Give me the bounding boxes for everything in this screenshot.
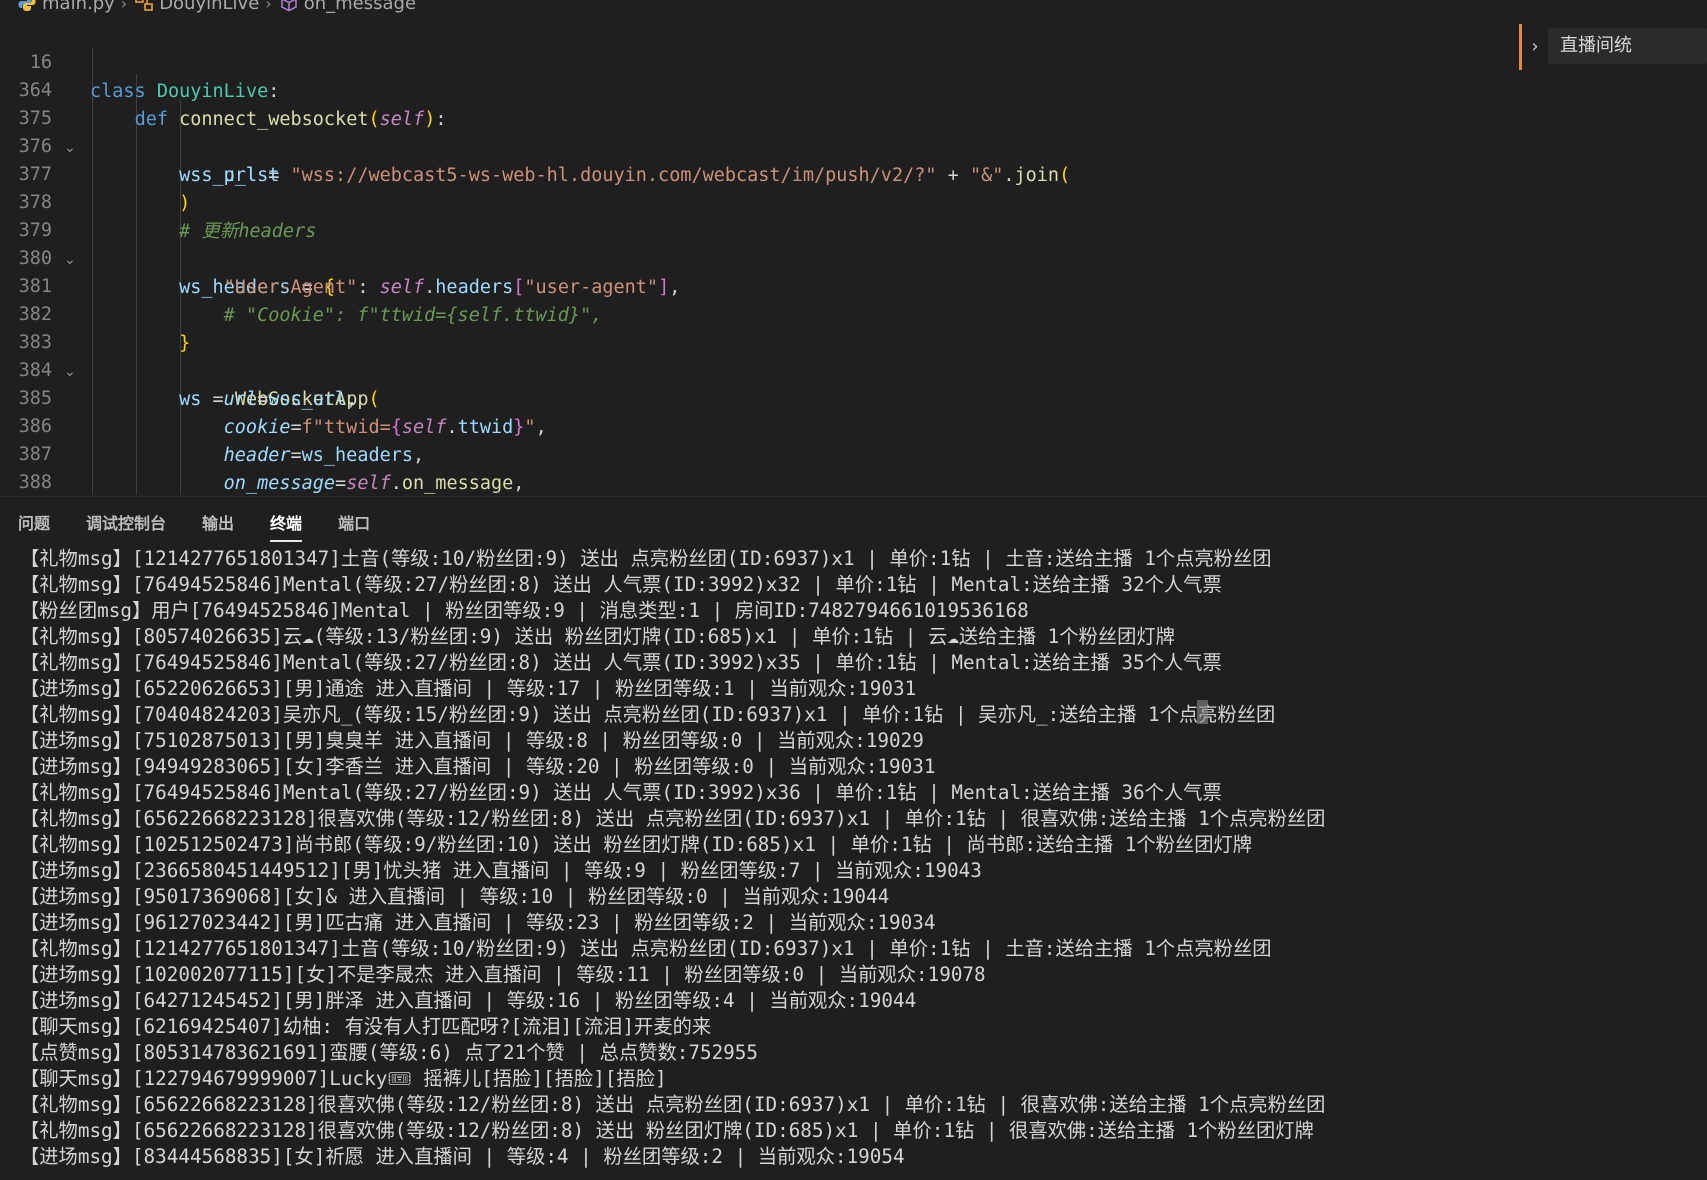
terminal-line: 【进场msg】[2366580451449512][男]忧头猪 进入直播间 | … bbox=[20, 859, 982, 882]
breadcrumb-file[interactable]: main.py bbox=[0, 0, 115, 14]
terminal-line: 【进场msg】[102002077115][女]不是李晟杰 进入直播间 | 等级… bbox=[20, 963, 986, 986]
terminal-line: 【礼物msg】[1214277651801347]土音(等级:10/粉丝团:9)… bbox=[20, 547, 1272, 570]
terminal-line: 【进场msg】[94949283065][女]李香兰 进入直播间 | 等级:20… bbox=[20, 755, 936, 778]
code-line: 382 } bbox=[0, 273, 1500, 353]
terminal-line: 【礼物msg】[65622668223128]很喜欢佛(等级:12/粉丝团:8)… bbox=[20, 1119, 1314, 1142]
terminal-line: 【礼物msg】[65622668223128]很喜欢佛(等级:12/粉丝团:8)… bbox=[20, 807, 1326, 830]
panel-tab-bar: 问题 调试控制台 输出 终端 端口 bbox=[0, 496, 1707, 547]
terminal-line: 【礼物msg】[76494525846]Mental(等级:27/粉丝团:8) … bbox=[20, 573, 1222, 596]
terminal-output[interactable]: 【礼物msg】[1214277651801347]土音(等级:10/粉丝团:9)… bbox=[0, 546, 1707, 1180]
terminal-line: 【进场msg】[95017369068][女]& 进入直播间 | 等级:10 |… bbox=[20, 885, 890, 908]
terminal-line: 【点赞msg】[805314783621691]蛮腰(等级:6) 点了21个赞 … bbox=[20, 1041, 759, 1064]
code-line: 386 header=ws_headers, bbox=[0, 385, 1500, 465]
tab-problems[interactable]: 问题 bbox=[18, 502, 50, 542]
terminal-line: 【聊天msg】[62169425407]幼柚: 有没有人打匹配呀?[流泪][流泪… bbox=[20, 1015, 712, 1038]
chevron-right-icon: › bbox=[120, 0, 128, 13]
code-line: 364 def connect_websocket(self): bbox=[0, 49, 1500, 129]
python-file-icon bbox=[18, 0, 36, 11]
terminal-line: 【礼物msg】[102512502473]尚书郎(等级:9/粉丝团:10) 送出… bbox=[20, 833, 1253, 856]
breadcrumb-class[interactable]: DouyinLive bbox=[133, 0, 259, 14]
code-line: 381 # "Cookie": f"ttwid={self.ttwid}", bbox=[0, 245, 1500, 325]
code-line: 379 ⌄ ws_headers = { bbox=[0, 189, 1500, 298]
tab-ports[interactable]: 端口 bbox=[338, 502, 370, 542]
code-line: 377 ) bbox=[0, 133, 1500, 213]
terminal-line: 【进场msg】[96127023442][男]匹古痛 进入直播间 | 等级:23… bbox=[20, 911, 936, 934]
terminal-line: 【礼物msg】[65622668223128]很喜欢佛(等级:12/粉丝团:8)… bbox=[20, 1093, 1326, 1116]
terminal-line: 【礼物msg】[76494525846]Mental(等级:27/粉丝团:9) … bbox=[20, 781, 1222, 804]
terminal-line: 【礼物msg】[70404824203]吴亦凡_(等级:15/粉丝团:9) 送出… bbox=[20, 703, 1276, 726]
code-line: 388 on_error=self.on_error, bbox=[0, 441, 1500, 493]
code-line: 378 # 更新headers bbox=[0, 161, 1500, 241]
terminal-line: 【粉丝团msg】用户[76494525846]Mental | 粉丝团等级:9 … bbox=[20, 599, 1029, 622]
code-line: 380 "User-Agent": self.headers["user-age… bbox=[0, 217, 1500, 297]
code-line: 387 on_message=self.on_message, bbox=[0, 413, 1500, 493]
terminal-line: 【聊天msg】[122794679999007]Lucky🎟 摇裤儿[捂脸][捂… bbox=[20, 1067, 667, 1090]
terminal-line: 【礼物msg】[1214277651801347]土音(等级:10/粉丝团:9)… bbox=[20, 937, 1272, 960]
class-icon bbox=[135, 0, 153, 11]
terminal-line: 【礼物msg】[76494525846]Mental(等级:27/粉丝团:8) … bbox=[20, 651, 1222, 674]
method-cube-icon bbox=[280, 0, 297, 12]
code-line: 389 on_close=self.on_close, bbox=[0, 469, 1500, 495]
tab-debug-console[interactable]: 调试控制台 bbox=[86, 502, 166, 542]
code-line: 384 url=wss_url, bbox=[0, 329, 1500, 409]
code-line: 375 ⌄ wss_url = "wss://webcast5-ws-web-h… bbox=[0, 77, 1500, 186]
tab-terminal[interactable]: 终端 bbox=[270, 502, 303, 542]
terminal-line: 【进场msg】[65220626653][男]通途 进入直播间 | 等级:17 … bbox=[20, 677, 917, 700]
chevron-right-icon[interactable]: › bbox=[1522, 36, 1548, 57]
breadcrumb-class-label: DouyinLive bbox=[159, 0, 260, 14]
breadcrumb: main.py › DouyinLive › on_message bbox=[0, 0, 1500, 16]
code-line: 385 cookie=f"ttwid={self.ttwid}", bbox=[0, 357, 1500, 437]
text-cursor bbox=[1197, 700, 1208, 724]
chevron-right-icon: › bbox=[265, 0, 272, 13]
terminal-line: 【进场msg】[64271245452][男]胖泽 进入直播间 | 等级:16 … bbox=[20, 989, 917, 1012]
breadcrumb-method-label: on_message bbox=[303, 0, 417, 14]
code-line: 16 class DouyinLive: bbox=[0, 21, 1500, 101]
code-line: 376 p_lst bbox=[0, 105, 1500, 185]
breadcrumb-file-label: main.py bbox=[42, 0, 115, 14]
code-editor[interactable]: 16 class DouyinLive: 364 def connect_web… bbox=[0, 20, 1707, 495]
breadcrumb-method[interactable]: on_message bbox=[278, 0, 416, 14]
outline-item-label: 直播间统 bbox=[1548, 28, 1707, 64]
tab-output[interactable]: 输出 bbox=[202, 502, 234, 542]
outline-item[interactable]: › 直播间统 bbox=[1522, 26, 1707, 66]
code-line: 383 ⌄ ws = WebSocketApp( bbox=[0, 301, 1500, 410]
terminal-line: 【进场msg】[83444568835][女]祈愿 进入直播间 | 等级:4 |… bbox=[20, 1145, 905, 1168]
terminal-line: 【进场msg】[75102875013][男]臭臭羊 进入直播间 | 等级:8 … bbox=[20, 729, 924, 752]
vscode-window: main.py › DouyinLive › on_message 16 cla… bbox=[0, 0, 1707, 1180]
terminal-line: 【礼物msg】[80574026635]云☁(等级:13/粉丝团:9) 送出 粉… bbox=[20, 625, 1175, 648]
